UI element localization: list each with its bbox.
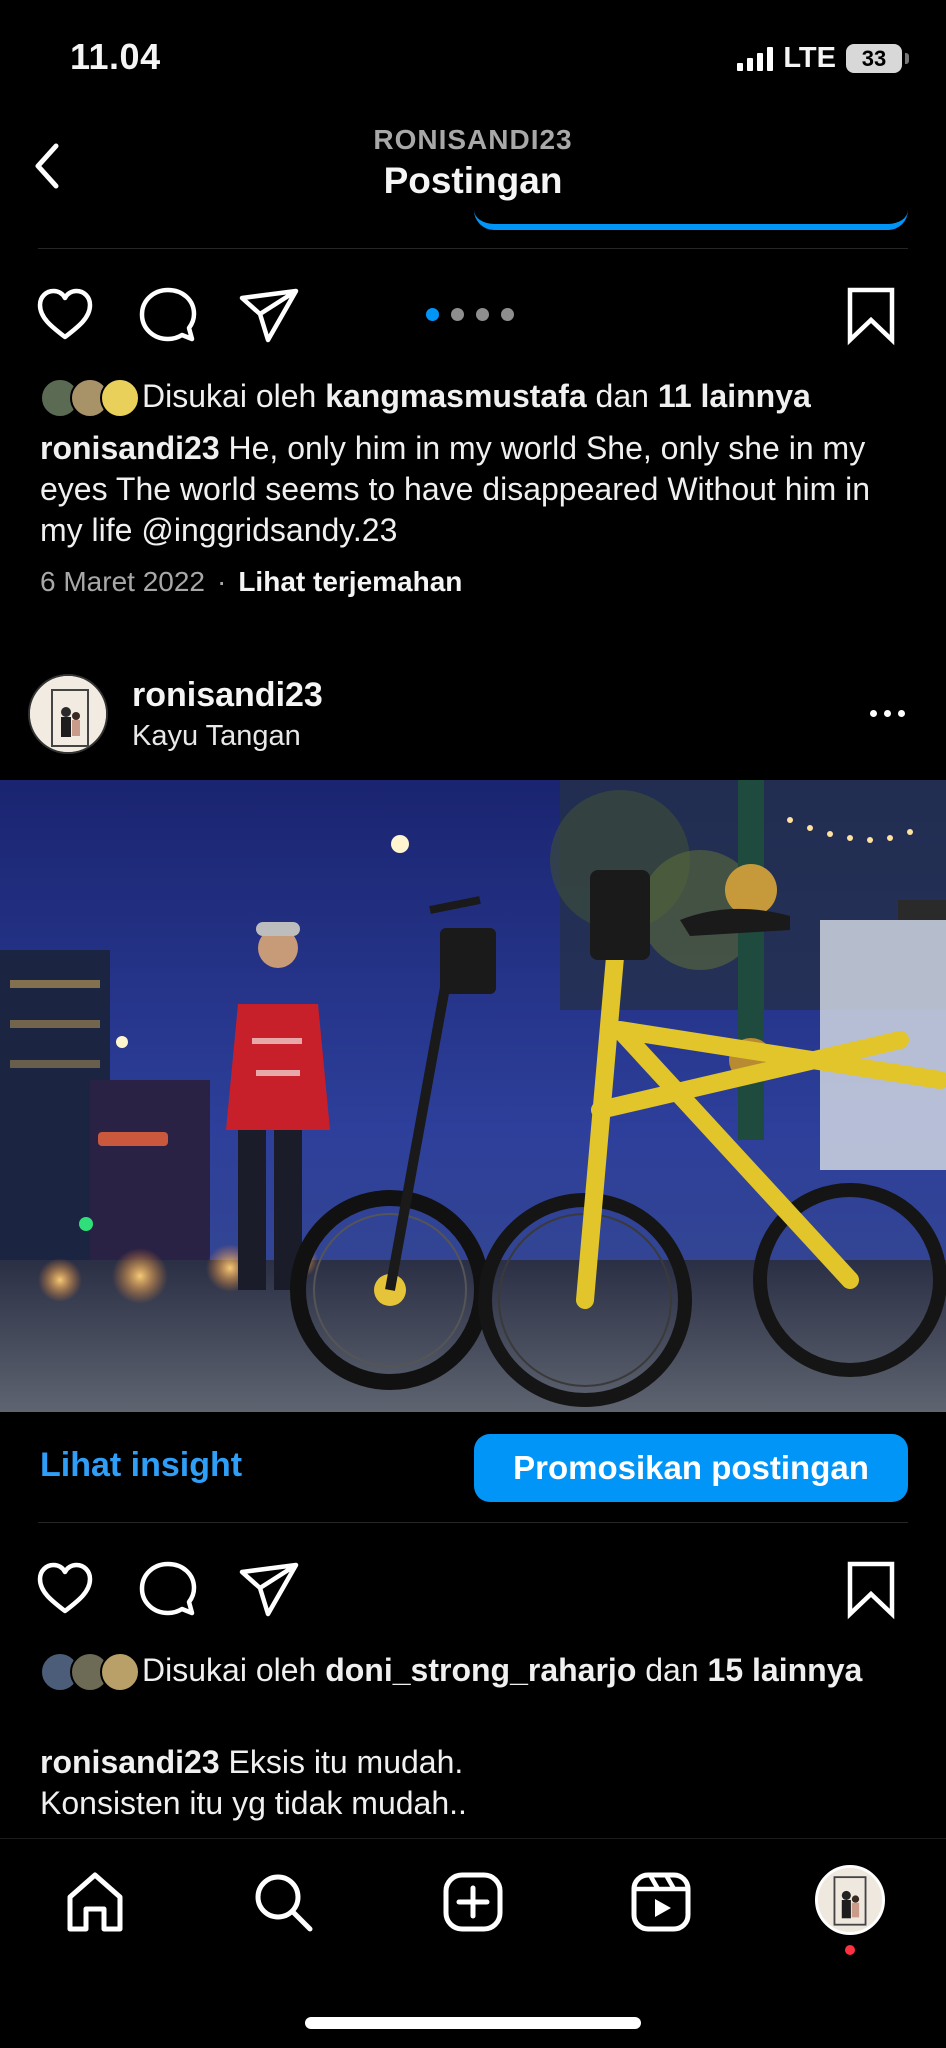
caption-text: Eksis itu mudah. [219,1744,464,1780]
nav-profile-avatar[interactable] [815,1865,885,1935]
heart-icon [37,288,93,340]
comment-button[interactable] [134,282,200,348]
heart-icon [37,1562,93,1614]
post-caption: ronisandi23 He, only him in my world She… [40,428,910,551]
likes-prefix: Disukai oleh [142,1652,326,1688]
network-label: LTE [783,42,836,74]
create-icon [443,1872,503,1932]
send-icon [239,288,299,343]
liker-avatars [40,1652,140,1692]
page-header: RONISANDI23 Postingan [0,110,946,220]
search-icon [255,1874,313,1932]
post-username[interactable]: ronisandi23 [132,676,323,715]
promote-post-button[interactable]: Promosikan postingan [474,1434,908,1502]
battery-icon: 33 [846,44,909,73]
meta-separator: · [217,566,227,597]
caption-username[interactable]: ronisandi23 [40,1744,220,1780]
status-bar: 11.04 LTE 33 [0,0,946,110]
save-button[interactable] [838,282,904,348]
carousel-dot [476,308,489,321]
promote-button-edge[interactable] [474,208,908,230]
likes-count[interactable]: 11 lainnya [658,378,811,414]
likes-summary[interactable]: Disukai oleh doni_strong_raharjo dan 15 … [40,1650,910,1692]
likes-count[interactable]: 15 lainnya [708,1652,863,1688]
likes-text: Disukai oleh doni_strong_raharjo dan 15 … [142,1650,862,1690]
likes-prefix: Disukai oleh [142,378,326,414]
avatar [100,378,140,418]
more-dot [883,709,891,717]
avatar-image [30,676,106,752]
translate-link[interactable]: Lihat terjemahan [238,566,462,598]
likes-username[interactable]: doni_strong_raharjo [325,1652,636,1688]
likes-username[interactable]: kangmasmustafa [325,378,586,414]
bookmark-icon [847,1561,895,1620]
save-button[interactable] [838,1556,904,1622]
page-title: Postingan [383,160,563,201]
nav-create[interactable] [438,1867,508,1937]
more-dot [869,709,877,717]
post-actions [0,276,946,356]
carousel-dot-active [426,308,439,321]
reels-icon [631,1872,691,1932]
avatar[interactable] [28,674,108,754]
home-icon [67,1872,123,1932]
divider [38,1522,908,1523]
nav-search[interactable] [248,1867,318,1937]
comment-icon [139,287,197,342]
post-date: 6 Maret 2022 [40,566,205,597]
post-caption: ronisandi23 Eksis itu mudah. Konsisten it… [40,1742,910,1824]
post-meta: 6 Maret 2022 · Lihat terjemahan [40,566,462,598]
post-location[interactable]: Kayu Tangan [132,720,301,753]
likes-text: Disukai oleh kangmasmustafa dan 11 lainn… [142,376,811,416]
bookmark-icon [847,287,895,346]
header-username: RONISANDI23 [373,124,573,155]
share-button[interactable] [236,282,302,348]
comment-button[interactable] [134,1556,200,1622]
liker-avatars [40,378,140,418]
more-options-button[interactable] [862,698,912,728]
likes-connector: dan [586,378,658,414]
post-photo [0,780,946,1412]
post-image[interactable] [0,780,946,1412]
home-indicator [305,2017,641,2029]
carousel-dot [501,308,514,321]
send-icon [239,1562,299,1617]
status-time: 11.04 [70,36,161,77]
more-dot [897,709,905,717]
share-button[interactable] [236,1556,302,1622]
avatar [100,1652,140,1692]
post-actions [0,1550,946,1630]
nav-reels[interactable] [626,1867,696,1937]
notification-dot [845,1945,855,1955]
post-insight-row: Lihat insight Promosikan postingan [0,1432,946,1504]
like-button[interactable] [32,1556,98,1622]
bottom-navigation [0,1838,946,2048]
signal-icon [737,46,774,71]
caption-text: Konsisten itu yg tidak mudah.. [40,1785,467,1821]
carousel-dot [451,308,464,321]
divider [38,248,908,249]
carousel-indicator [426,308,514,321]
likes-connector: dan [636,1652,708,1688]
nav-home[interactable] [60,1867,130,1937]
like-button[interactable] [32,282,98,348]
post-header: ronisandi23 Kayu Tangan [0,670,946,770]
status-indicators: LTE 33 [737,42,909,75]
comment-icon [139,1561,197,1616]
likes-summary[interactable]: Disukai oleh kangmasmustafa dan 11 lainn… [40,376,910,418]
view-insights-link[interactable]: Lihat insight [40,1446,242,1485]
caption-username[interactable]: ronisandi23 [40,430,220,466]
avatar-image [818,1868,882,1932]
